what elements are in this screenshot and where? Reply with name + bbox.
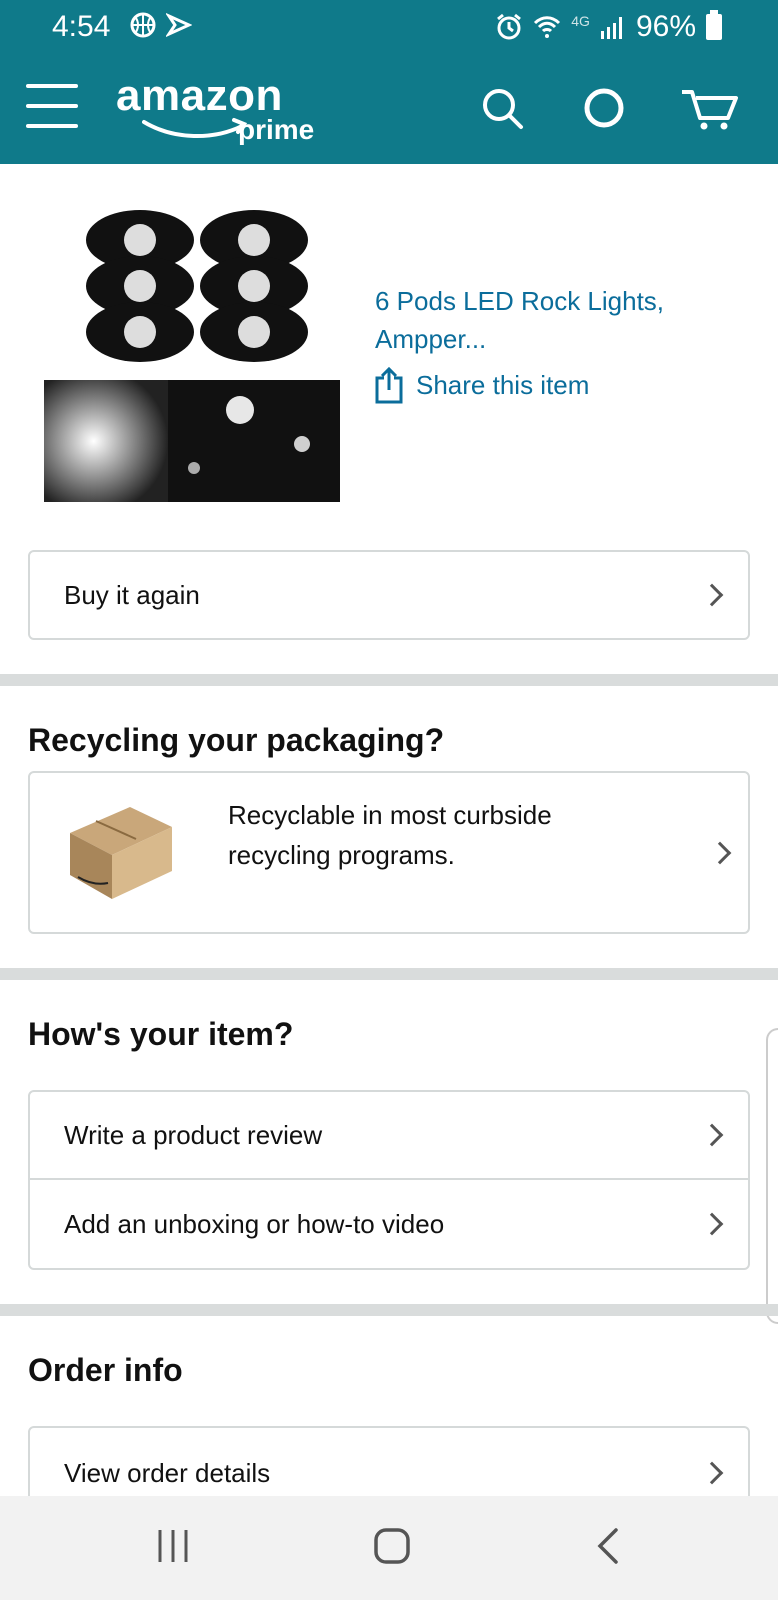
chevron-right-icon [700, 1212, 724, 1236]
write-review-row[interactable]: Write a product review [30, 1092, 748, 1180]
scroll-handle[interactable] [766, 1028, 778, 1324]
back-icon[interactable] [594, 1526, 622, 1566]
chevron-right-icon [708, 841, 732, 864]
item-section-title: How's your item? [28, 1016, 294, 1052]
section-divider [0, 1304, 778, 1316]
share-item-button[interactable]: Share this item [374, 366, 589, 404]
box-image [70, 807, 172, 899]
buy-again-card[interactable]: Buy it again [28, 550, 750, 640]
signal-icon [600, 17, 622, 39]
status-time: 4:54 [52, 10, 111, 43]
view-order-details-label: View order details [64, 1457, 271, 1488]
recycling-card[interactable]: Recyclable in most curbside recycling pr… [28, 771, 750, 934]
wifi-icon [534, 16, 561, 38]
network-label: 4G [571, 13, 590, 29]
product-image[interactable] [44, 204, 340, 502]
item-actions-card: Write a product review Add an unboxing o… [28, 1090, 750, 1270]
share-icon [375, 366, 403, 404]
alexa-icon[interactable] [580, 84, 628, 132]
recycling-title: Recycling your packaging? [28, 722, 445, 758]
buy-again-row[interactable]: Buy it again [30, 552, 748, 638]
battery-icon [706, 10, 722, 40]
chevron-right-icon [700, 583, 724, 607]
share-label: Share this item [416, 369, 590, 400]
write-review-label: Write a product review [64, 1119, 323, 1150]
product-title-link[interactable]: 6 Pods LED Rock Lights, Ampper... [375, 282, 735, 358]
system-nav-bar [0, 1496, 778, 1600]
add-video-label: Add an unboxing or how-to video [64, 1208, 445, 1239]
chevron-right-icon [700, 1461, 724, 1485]
recycling-text: Recyclable in most curbside recycling pr… [228, 800, 552, 870]
chevron-right-icon [700, 1123, 724, 1147]
app-header: amazon prime [0, 56, 778, 164]
battery-percent: 96% [635, 10, 696, 43]
cart-icon[interactable] [680, 84, 740, 132]
menu-icon[interactable] [26, 84, 78, 128]
recent-apps-icon[interactable] [156, 1526, 190, 1566]
alarm-icon [497, 13, 522, 40]
logo-sub: prime [238, 114, 315, 145]
section-divider [0, 968, 778, 980]
basketball-icon [130, 12, 156, 38]
amazon-prime-logo[interactable]: amazon prime [116, 71, 314, 146]
order-info-title: Order info [28, 1352, 183, 1388]
status-bar: 4:54 4G 96% [0, 0, 778, 56]
add-video-row[interactable]: Add an unboxing or how-to video [30, 1180, 748, 1268]
section-divider [0, 674, 778, 686]
search-icon[interactable] [478, 84, 526, 132]
buy-again-label: Buy it again [64, 579, 200, 610]
logo-main: amazon [116, 71, 283, 120]
notification-icon [166, 13, 192, 37]
product-section: 6 Pods LED Rock Lights, Ampper... Share … [0, 164, 778, 534]
home-icon[interactable] [372, 1526, 412, 1566]
smile-icon [142, 118, 248, 139]
